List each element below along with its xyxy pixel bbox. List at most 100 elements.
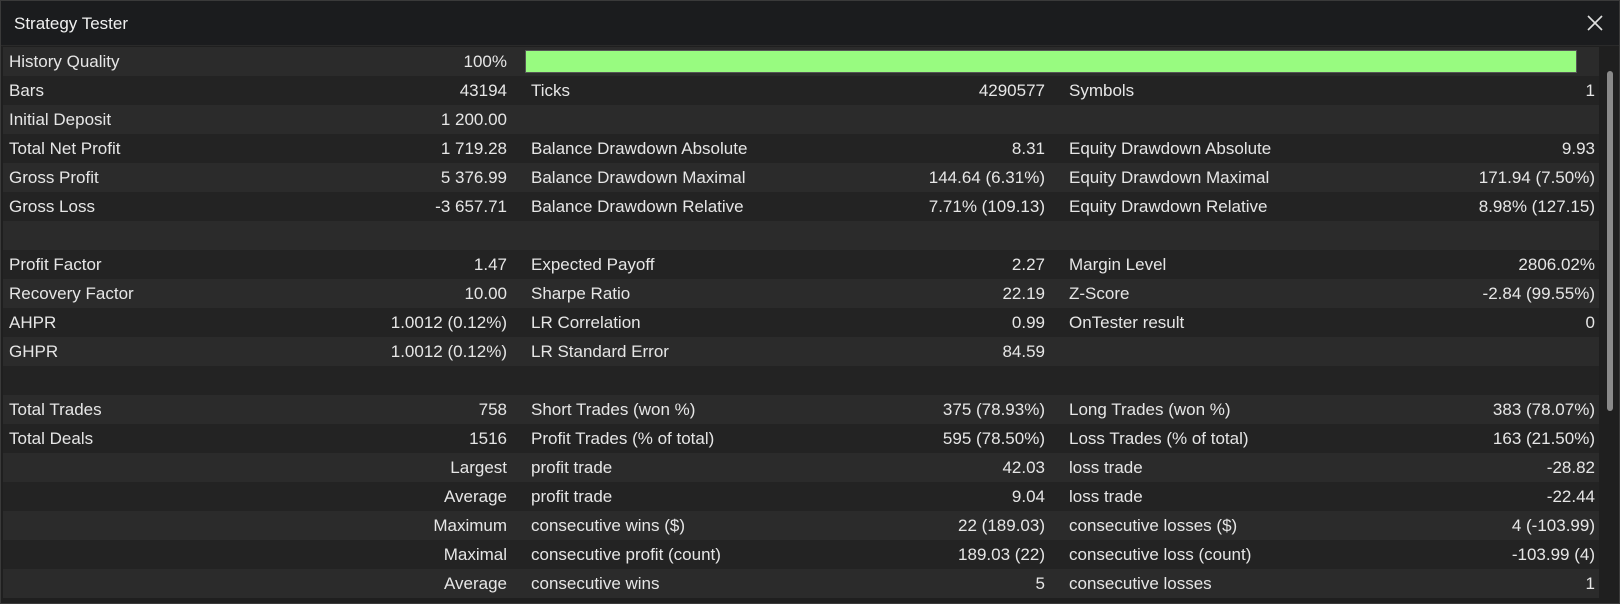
metric-label — [1053, 337, 1383, 366]
metric-value: -3 657.71 — [435, 197, 507, 216]
metric-label: Margin Level — [1069, 255, 1167, 274]
close-button[interactable] — [1583, 11, 1607, 35]
metric-label — [3, 540, 253, 569]
metric-label: profit trade — [531, 487, 613, 506]
scrollbar-thumb[interactable] — [1607, 71, 1613, 411]
metric-label: consecutive losses ($) — [1069, 516, 1238, 535]
metric-label: Gross Loss — [9, 197, 95, 216]
metric-value — [1383, 221, 1599, 250]
metric-label: LR Standard Error — [531, 342, 669, 361]
metric-label — [1053, 221, 1383, 250]
metric-label: LR Correlation — [531, 313, 641, 332]
metric-value: -2.84 (99.55%) — [1482, 284, 1595, 303]
table-row: Bars 43194 Ticks 4290577 Symbols 1 — [3, 76, 1599, 105]
metric-label: Expected Payoff — [531, 255, 655, 274]
metric-value: Average — [443, 574, 507, 593]
metric-value: 375 (78.93%) — [942, 400, 1045, 419]
metric-label: Total Trades — [9, 400, 102, 419]
table-row: Gross Loss -3 657.71 Balance Drawdown Rela… — [3, 192, 1599, 221]
metric-label: Balance Drawdown Absolute — [531, 139, 748, 158]
metric-label — [3, 482, 253, 511]
metric-value — [1383, 337, 1599, 366]
window-title: Strategy Tester — [14, 14, 129, 33]
metric-value: 1 — [1585, 574, 1595, 593]
metric-label: Short Trades (won %) — [531, 400, 696, 419]
metric-label — [1053, 366, 1383, 395]
table-row: Initial Deposit 1 200.00 — [3, 105, 1599, 134]
table-row: Gross Profit 5 376.99 Balance Drawdown Max… — [3, 163, 1599, 192]
metric-label — [515, 105, 845, 134]
metric-value — [845, 221, 1053, 250]
history-quality-row: History Quality 100% — [3, 47, 1599, 76]
metric-label: Gross Profit — [9, 168, 99, 187]
metric-value: 9.93 — [1561, 139, 1595, 158]
metric-value — [1383, 105, 1599, 134]
metric-label: Balance Drawdown Relative — [531, 197, 744, 216]
metric-value: 1 — [1585, 81, 1595, 100]
metric-value: 171.94 (7.50%) — [1478, 168, 1595, 187]
metric-value: 8.98% (127.15) — [1478, 197, 1595, 216]
metric-value: -103.99 (4) — [1511, 545, 1595, 564]
metric-value: Maximum — [433, 516, 507, 535]
metric-label: consecutive wins ($) — [531, 516, 686, 535]
history-quality-label: History Quality — [9, 52, 120, 71]
metric-value: 163 (21.50%) — [1492, 429, 1595, 448]
title-bar: Strategy Tester — [1, 1, 1619, 46]
metric-value: 22.19 — [1002, 284, 1045, 303]
history-quality-bar-cell — [515, 47, 1577, 76]
metric-label: AHPR — [9, 313, 57, 332]
metric-value: 1 200.00 — [440, 110, 507, 129]
metric-value — [1383, 366, 1599, 395]
metric-value: 144.64 (6.31%) — [928, 168, 1045, 187]
strategy-tester-window: Strategy Tester History Quality 100% Bar… — [0, 0, 1620, 604]
metric-value: 42.03 — [1002, 458, 1045, 477]
metric-value: 1516 — [469, 429, 507, 448]
table-row: Maximal consecutive profit (count) 189.03 … — [3, 540, 1599, 569]
metric-value: 4 (-103.99) — [1511, 516, 1595, 535]
table-row: Profit Factor 1.47 Expected Payoff 2.27 Marg… — [3, 250, 1599, 279]
metric-value: 5 — [1035, 574, 1045, 593]
table-row: AHPR 1.0012 (0.12%) LR Correlation 0.99 OnTe… — [3, 308, 1599, 337]
table-row: GHPR 1.0012 (0.12%) LR Standard Error 84.59 — [3, 337, 1599, 366]
metric-value — [845, 105, 1053, 134]
metric-label: Equity Drawdown Maximal — [1069, 168, 1270, 187]
metric-label: Equity Drawdown Absolute — [1069, 139, 1272, 158]
table-row: Recovery Factor 10.00 Sharpe Ratio 22.19 Z-S… — [3, 279, 1599, 308]
metric-label: Balance Drawdown Maximal — [531, 168, 746, 187]
metric-value: 1.47 — [473, 255, 507, 274]
metric-label: Total Net Profit — [9, 139, 121, 158]
metric-label — [3, 453, 253, 482]
metric-value: 22 (189.03) — [958, 516, 1045, 535]
metric-label: loss trade — [1069, 458, 1143, 477]
metric-value: 189.03 (22) — [958, 545, 1045, 564]
metric-value: 595 (78.50%) — [942, 429, 1045, 448]
metric-value: 43194 — [459, 81, 507, 100]
history-quality-bar — [525, 50, 1577, 73]
metric-value: Average — [443, 487, 507, 506]
metric-value: 1.0012 (0.12%) — [390, 313, 507, 332]
metric-value: 758 — [478, 400, 507, 419]
metric-label: GHPR — [9, 342, 59, 361]
metric-label: consecutive profit (count) — [531, 545, 721, 564]
metric-value: 1.0012 (0.12%) — [390, 342, 507, 361]
metric-label: consecutive wins — [531, 574, 660, 593]
table-row — [3, 366, 1599, 395]
metric-label: Long Trades (won %) — [1069, 400, 1231, 419]
table-row: Largest profit trade 42.03 loss trade -28.82 — [3, 453, 1599, 482]
metric-label: Sharpe Ratio — [531, 284, 631, 303]
metric-label — [3, 366, 253, 395]
metric-value: 9.04 — [1011, 487, 1045, 506]
table-row — [3, 221, 1599, 250]
metric-value: Maximal — [443, 545, 507, 564]
metric-label: Profit Factor — [9, 255, 102, 274]
metric-value: 0.99 — [1011, 313, 1045, 332]
table-row: Total Net Profit 1 719.28 Balance Drawdown… — [3, 134, 1599, 163]
metric-value — [253, 221, 515, 250]
table-row: Average consecutive wins 5 consecutive loss… — [3, 569, 1599, 598]
metric-value — [253, 366, 515, 395]
vertical-scrollbar[interactable] — [1607, 71, 1613, 603]
metric-label: Recovery Factor — [9, 284, 134, 303]
metric-label: Total Deals — [9, 429, 94, 448]
metric-value: 84.59 — [1002, 342, 1045, 361]
metric-value: 383 (78.07%) — [1492, 400, 1595, 419]
